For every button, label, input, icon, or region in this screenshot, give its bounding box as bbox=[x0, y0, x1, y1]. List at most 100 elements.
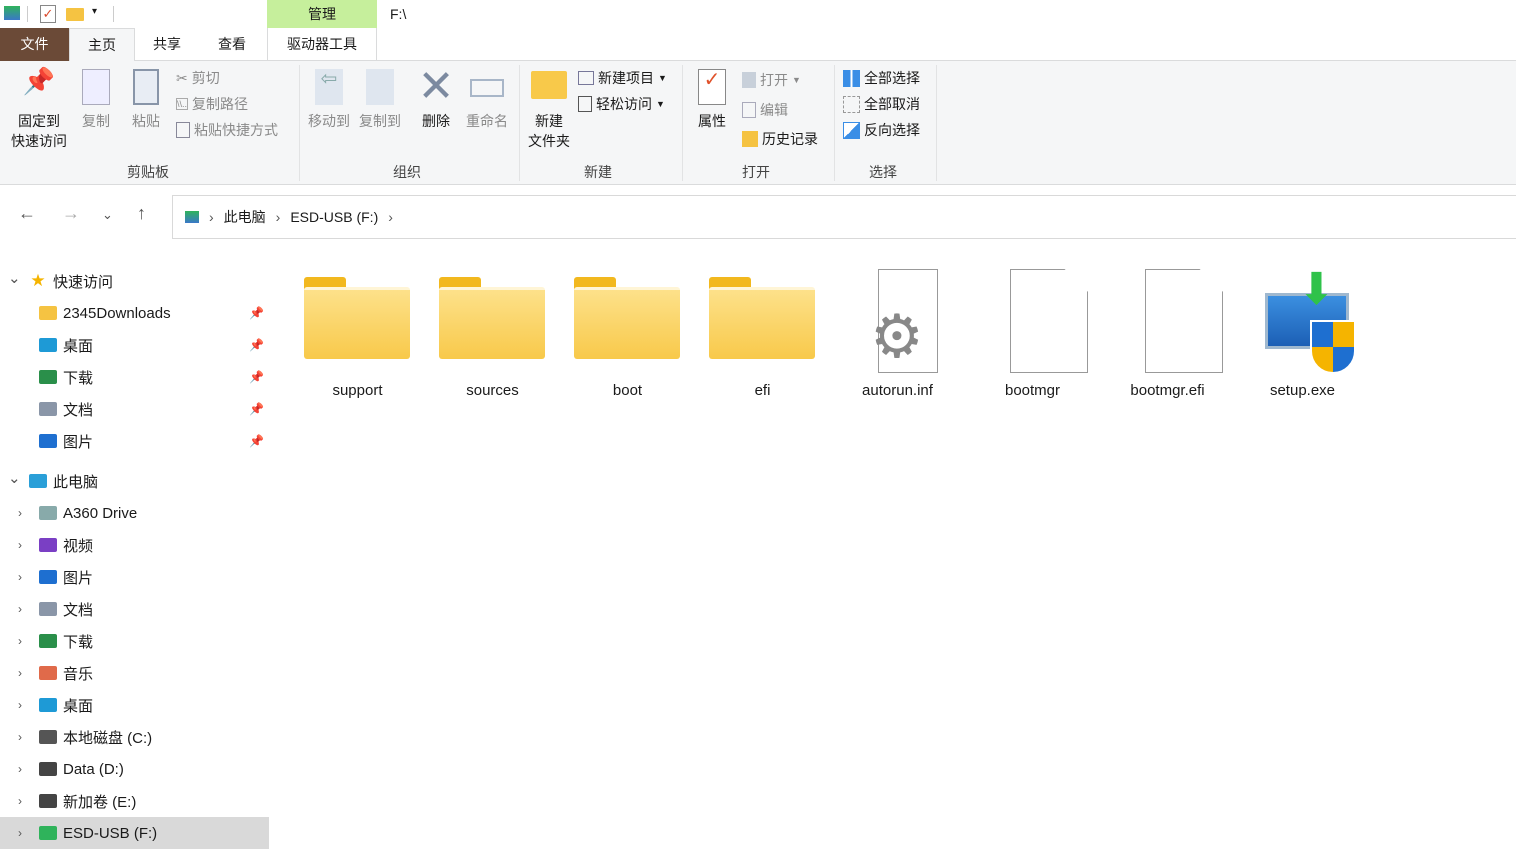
nav-this-pc[interactable]: ⌄此电脑 bbox=[0, 465, 270, 497]
file-item[interactable]: bootmgr.efi bbox=[1100, 265, 1235, 405]
select-all-button[interactable]: 全部选择 bbox=[843, 67, 920, 89]
move-to-button[interactable]: ⇦ 移动到 bbox=[304, 69, 354, 131]
back-button[interactable]: ← bbox=[18, 203, 36, 224]
breadcrumb-separator[interactable]: › bbox=[209, 209, 214, 225]
chevron-right-icon[interactable]: › bbox=[18, 762, 22, 776]
pin-icon[interactable]: 📌 bbox=[249, 370, 264, 384]
nav-item-label: 文档 bbox=[63, 599, 93, 620]
rename-button[interactable]: 重命名 bbox=[462, 69, 512, 131]
select-none-button[interactable]: 全部取消 bbox=[843, 93, 920, 115]
pin-icon[interactable]: 📌 bbox=[249, 402, 264, 416]
paste-shortcut-label: 粘贴快捷方式 bbox=[194, 120, 278, 140]
file-item[interactable]: ⚙autorun.inf bbox=[830, 265, 965, 405]
chevron-right-icon[interactable]: › bbox=[18, 602, 22, 616]
nav-item-label: 音乐 bbox=[63, 663, 93, 684]
nav-pc-item[interactable]: ›A360 Drive bbox=[0, 497, 270, 529]
chevron-right-icon[interactable]: › bbox=[18, 634, 22, 648]
chevron-right-icon[interactable]: › bbox=[18, 538, 22, 552]
new-folder-quick-icon[interactable] bbox=[66, 8, 84, 21]
chevron-right-icon[interactable]: › bbox=[18, 826, 22, 840]
new-item-button[interactable]: 新建项目▼ bbox=[578, 67, 667, 89]
copy-to-label: 复制到 bbox=[355, 111, 405, 131]
chevron-right-icon[interactable]: › bbox=[18, 730, 22, 744]
nav-quick-item[interactable]: 桌面📌 bbox=[0, 329, 270, 361]
properties-button[interactable]: ✓ 属性 bbox=[692, 69, 732, 131]
pin-quick-access-button[interactable]: 📌 固定到 快速访问 bbox=[4, 71, 74, 151]
tab-drive-tools[interactable]: 驱动器工具 bbox=[267, 28, 377, 61]
pin-icon[interactable]: 📌 bbox=[249, 434, 264, 448]
cut-button[interactable]: ✂剪切 bbox=[176, 67, 220, 89]
nav-quick-item[interactable]: 文档📌 bbox=[0, 393, 270, 425]
nav-item-label: 图片 bbox=[63, 431, 93, 452]
delete-button[interactable]: ✕ 删除 bbox=[414, 63, 458, 131]
delete-x-icon: ✕ bbox=[414, 63, 458, 111]
folder-item[interactable]: boot bbox=[560, 265, 695, 405]
file-item[interactable]: bootmgr bbox=[965, 265, 1100, 405]
nav-pc-item[interactable]: ›视频 bbox=[0, 529, 270, 561]
edit-button[interactable]: 编辑 bbox=[742, 99, 788, 121]
copy-label: 复制 bbox=[76, 111, 116, 131]
nav-pc-item[interactable]: › 音乐 bbox=[0, 657, 270, 689]
folder-item[interactable]: support bbox=[290, 265, 425, 405]
breadcrumb-separator[interactable]: › bbox=[388, 209, 393, 225]
nav-quick-access[interactable]: ⌄★快速访问 bbox=[0, 265, 270, 297]
up-button[interactable]: ↑ bbox=[137, 203, 146, 224]
nav-quick-item[interactable]: 图片 📌 bbox=[0, 425, 270, 457]
chevron-right-icon[interactable]: › bbox=[18, 794, 22, 808]
easy-access-button[interactable]: 轻松访问▼ bbox=[578, 93, 665, 115]
file-name: sources bbox=[425, 382, 560, 399]
nav-quick-item[interactable]: 2345Downloads📌 bbox=[0, 297, 270, 329]
folder-item[interactable]: sources bbox=[425, 265, 560, 405]
nav-item-label: 本地磁盘 (C:) bbox=[63, 727, 152, 748]
copy-path-button[interactable]: \\..复制路径 bbox=[176, 93, 248, 115]
new-folder-label-1: 新建 bbox=[524, 111, 574, 131]
nav-quick-item[interactable]: 下载📌 bbox=[0, 361, 270, 393]
drive-icon bbox=[38, 760, 58, 778]
history-button[interactable]: 历史记录 bbox=[742, 128, 818, 150]
breadcrumb-separator[interactable]: › bbox=[276, 209, 281, 225]
pin-icon[interactable]: 📌 bbox=[249, 306, 264, 320]
paste-label: 粘贴 bbox=[126, 111, 166, 131]
recent-locations-dropdown[interactable]: ⌄ bbox=[102, 207, 113, 223]
breadcrumb-drive[interactable]: ESD-USB (F:) bbox=[290, 209, 378, 225]
select-all-icon bbox=[843, 70, 860, 87]
chevron-down-icon[interactable]: ⌄ bbox=[8, 269, 21, 287]
tab-file[interactable]: 文件 bbox=[0, 28, 69, 61]
nav-pc-item[interactable]: › 本地磁盘 (C:) bbox=[0, 721, 270, 753]
nav-pc-item[interactable]: ›下载 bbox=[0, 625, 270, 657]
music-icon bbox=[38, 664, 58, 682]
ribbon-tabs: 文件 主页 共享 查看 驱动器工具 bbox=[0, 28, 1516, 61]
nav-pc-item[interactable]: ›桌面 bbox=[0, 689, 270, 721]
invert-selection-button[interactable]: 反向选择 bbox=[843, 119, 920, 141]
pin-icon[interactable]: 📌 bbox=[249, 338, 264, 352]
forward-button[interactable]: → bbox=[62, 203, 80, 224]
chevron-down-icon[interactable]: ⌄ bbox=[8, 469, 21, 487]
setup-shield-icon: ⬇ bbox=[1265, 293, 1349, 349]
open-button[interactable]: 打开▼ bbox=[742, 69, 801, 91]
star-icon: ★ bbox=[28, 272, 48, 290]
customize-dropdown-icon[interactable]: ▾ bbox=[92, 6, 97, 17]
file-item[interactable]: ⬇setup.exe bbox=[1235, 265, 1370, 405]
copy-button[interactable]: 复制 bbox=[76, 69, 116, 131]
tab-view[interactable]: 查看 bbox=[199, 28, 265, 61]
chevron-right-icon[interactable]: › bbox=[18, 506, 22, 520]
tab-share[interactable]: 共享 bbox=[135, 28, 199, 61]
chevron-right-icon[interactable]: › bbox=[18, 666, 22, 680]
new-folder-button[interactable]: 新建 文件夹 bbox=[524, 71, 574, 151]
paste-shortcut-button[interactable]: 粘贴快捷方式 bbox=[176, 119, 278, 141]
chevron-right-icon[interactable]: › bbox=[18, 698, 22, 712]
paste-button[interactable]: 粘贴 bbox=[126, 69, 166, 131]
properties-quick-icon[interactable]: ✓ bbox=[40, 5, 56, 23]
tab-home[interactable]: 主页 bbox=[69, 28, 135, 62]
nav-pc-item[interactable]: ›ESD-USB (F:) bbox=[0, 817, 269, 849]
nav-pc-item[interactable]: › 文档 bbox=[0, 593, 270, 625]
nav-pc-item[interactable]: ›图片 bbox=[0, 561, 270, 593]
nav-pc-item[interactable]: ›新加卷 (E:) bbox=[0, 785, 270, 817]
folder-item[interactable]: efi bbox=[695, 265, 830, 405]
address-bar[interactable]: › 此电脑 › ESD-USB (F:) › bbox=[172, 195, 1516, 239]
copy-to-button[interactable]: 复制到 bbox=[355, 69, 405, 131]
nav-pc-item[interactable]: ›Data (D:) bbox=[0, 753, 270, 785]
chevron-right-icon[interactable]: › bbox=[18, 570, 22, 584]
breadcrumb-this-pc[interactable]: 此电脑 bbox=[224, 207, 266, 227]
select-all-label: 全部选择 bbox=[864, 68, 920, 88]
